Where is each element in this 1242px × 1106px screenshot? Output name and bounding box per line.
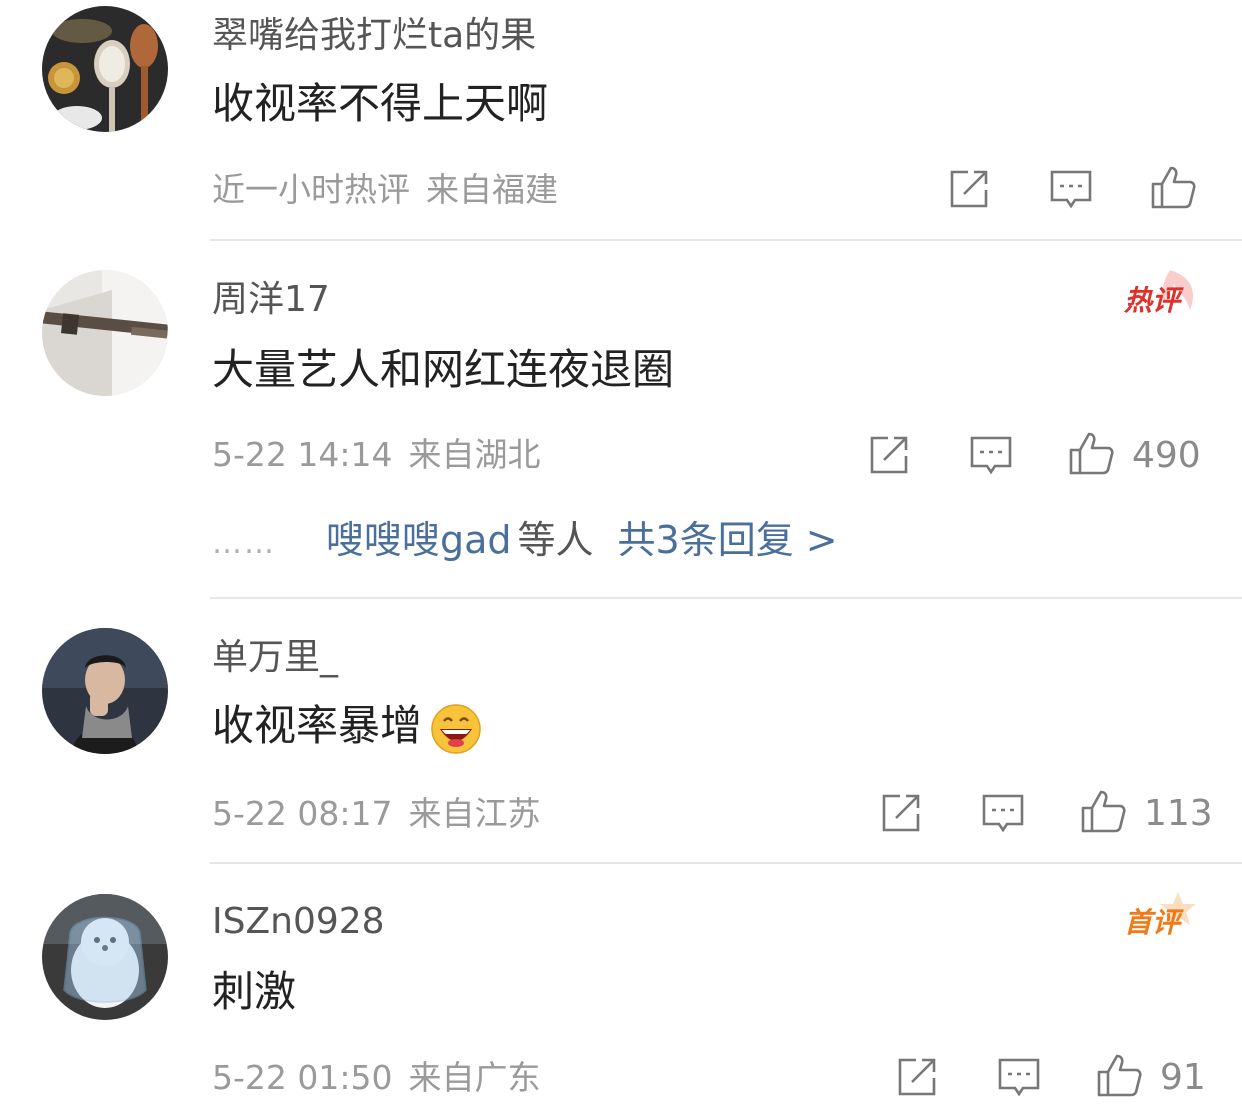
- avatar[interactable]: [42, 894, 168, 1020]
- comment-text: 刺激: [212, 967, 297, 1016]
- like-count: 91: [1160, 1057, 1206, 1098]
- comment-item: ISZn0928 首评 刺激 5-22 01:50 来自广东 91: [0, 0, 1242, 1106]
- first-comment-badge: 首评: [1120, 890, 1202, 950]
- dog-avatar-icon: [42, 894, 168, 1020]
- share-button[interactable]: [894, 1054, 940, 1100]
- username[interactable]: ISZn0928: [212, 900, 385, 944]
- share-icon: [898, 1058, 936, 1096]
- thumbs-up-icon: [1097, 1054, 1142, 1097]
- svg-text:首评: 首评: [1124, 906, 1184, 939]
- comment-meta: 5-22 01:50 来自广东: [212, 1058, 541, 1098]
- comment-time: 5-22 01:50: [212, 1058, 393, 1097]
- comment-location: 来自广东: [408, 1058, 541, 1097]
- comment-button[interactable]: [996, 1054, 1042, 1100]
- like-button[interactable]: [1096, 1052, 1142, 1098]
- comment-icon: [998, 1058, 1040, 1097]
- star-icon: 首评: [1124, 892, 1196, 939]
